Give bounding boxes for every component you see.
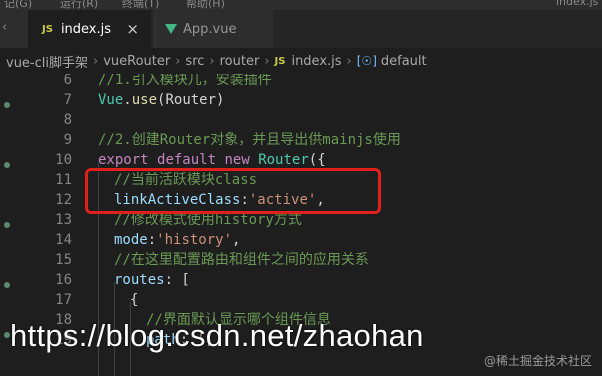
code-line: 10 export default new Router({ <box>26 150 602 170</box>
breadcrumb: vue-cli脚手架 › vueRouter › src › router › … <box>0 48 602 74</box>
chevron-right-icon: › <box>175 53 181 69</box>
code-text: export default new Router({ <box>98 152 326 168</box>
tab-index-js[interactable]: JS index.js × <box>28 10 152 48</box>
code-line: 6 //1.引入模块儿，安装插件 <box>26 74 602 90</box>
menu-bar: 记(G) 运行(R) 终端(T) 帮助(H) index.js <box>0 0 602 10</box>
line-number: 17 <box>55 292 72 308</box>
code-comment: //2.创建Router对象，并且导出供mainjs使用 <box>98 132 401 148</box>
line-number: 12 <box>55 192 72 208</box>
code-text: Vue.use(Router) <box>98 92 225 108</box>
change-marker <box>4 102 10 108</box>
code-line: 16 routes: [ <box>26 270 602 290</box>
line-number: 6 <box>63 74 72 88</box>
code-line: 9 //2.创建Router对象，并且导出供mainjs使用 <box>26 130 602 150</box>
code-text: routes: [ <box>114 272 190 288</box>
tab-bar: ‹ JS index.js × App.vue <box>0 10 602 48</box>
tab-scroll-left[interactable]: ‹ <box>0 10 28 48</box>
menu-item[interactable]: 记(G) <box>4 0 32 10</box>
chevron-right-icon: › <box>264 53 270 69</box>
url-watermark: https://blog.csdn.net/zhaohan <box>10 318 424 353</box>
code-comment: //在这里配置路由和组件之间的应用关系 <box>114 252 369 268</box>
line-number: 13 <box>55 212 72 228</box>
breadcrumb-item[interactable]: vueRouter <box>103 54 170 69</box>
chevron-right-icon: › <box>346 53 352 69</box>
code-line: 7 Vue.use(Router) <box>26 90 602 110</box>
annotation-highlight-box <box>85 168 381 214</box>
vue-file-icon <box>165 24 177 34</box>
breadcrumb-file[interactable]: index.js <box>291 54 341 69</box>
code-line: 8 <box>26 110 602 130</box>
code-text: mode:'history', <box>114 232 241 248</box>
js-file-icon: JS <box>274 55 286 67</box>
chevron-right-icon: › <box>209 53 215 69</box>
code-line: 14 mode:'history', <box>26 230 602 250</box>
code-text: { <box>130 292 139 308</box>
breadcrumb-symbol[interactable]: default <box>381 54 427 69</box>
tab-label: index.js <box>60 21 112 37</box>
line-number: 16 <box>55 272 72 288</box>
line-number: 8 <box>63 112 72 128</box>
line-number: 11 <box>55 172 72 188</box>
line-number: 9 <box>63 132 72 148</box>
site-watermark: @稀土掘金技术社区 <box>483 354 592 368</box>
breadcrumb-item[interactable]: vue-cli脚手架 <box>6 52 88 71</box>
code-line: 17 { <box>26 290 602 310</box>
menu-item[interactable]: 终端(T) <box>122 0 159 10</box>
line-number: 7 <box>63 92 72 108</box>
tab-app-vue[interactable]: App.vue <box>153 10 273 48</box>
chevron-right-icon: › <box>93 53 99 69</box>
code-comment: //1.引入模块儿，安装插件 <box>98 74 272 88</box>
chevron-left-icon: ‹ <box>2 20 8 35</box>
change-marker <box>4 282 10 288</box>
tab-label: App.vue <box>183 21 237 37</box>
menu-item[interactable]: 运行(R) <box>60 0 98 10</box>
change-marker <box>4 162 10 168</box>
js-file-icon: JS <box>42 23 53 35</box>
line-number: 15 <box>55 252 72 268</box>
line-number: 14 <box>55 232 72 248</box>
change-marker <box>4 222 10 228</box>
window-title: index.js <box>556 0 599 8</box>
symbol-variable-icon: [☉] <box>356 54 377 68</box>
line-number: 10 <box>55 152 72 168</box>
breadcrumb-item[interactable]: src <box>185 54 204 69</box>
menu-item[interactable]: 帮助(H) <box>186 0 225 10</box>
close-icon[interactable]: × <box>126 20 139 38</box>
code-line: 15 //在这里配置路由和组件之间的应用关系 <box>26 250 602 270</box>
breadcrumb-item[interactable]: router <box>220 54 260 69</box>
